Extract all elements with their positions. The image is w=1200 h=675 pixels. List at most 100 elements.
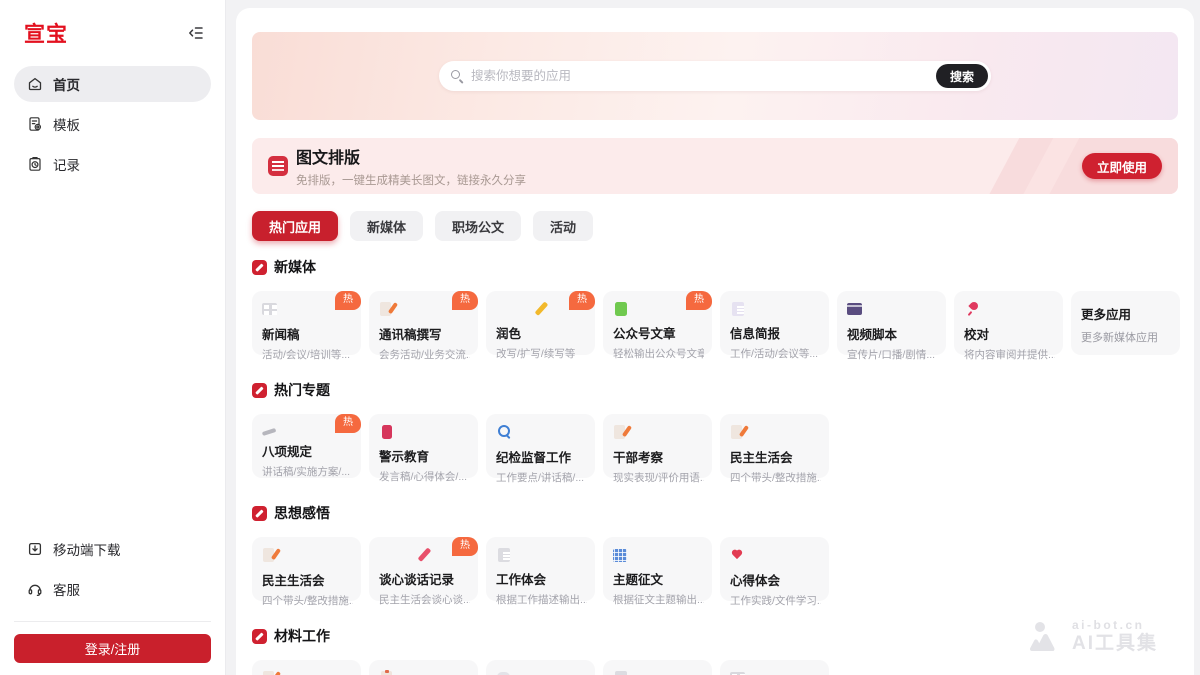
- app-card[interactable]: 主题征文根据征文主题输出...: [603, 537, 712, 601]
- pen-icon: [262, 428, 276, 436]
- card-desc: 活动/会议/培训等...: [262, 347, 353, 362]
- yellow-pencil-icon: [535, 301, 548, 315]
- app-logo: 宣宝: [24, 18, 68, 48]
- search-input[interactable]: [471, 69, 936, 83]
- hot-badge: 热: [569, 291, 595, 310]
- section-思想感悟: 思想感悟民主生活会四个带头/整改措施...热谈心谈话记录民主生活会谈心谈...工…: [252, 503, 1178, 601]
- app-card[interactable]: 热新闻稿活动/会议/培训等...: [252, 291, 361, 355]
- app-card[interactable]: 心得体会工作实践/文件学习...: [720, 537, 829, 601]
- app-card[interactable]: 校对将内容审阅并提供...: [954, 291, 1063, 355]
- app-root: 宣宝 首页模板记录 移动端下载客服 登录/注册 搜索: [0, 0, 1200, 675]
- pencil-badge-icon: [252, 383, 267, 398]
- app-card[interactable]: [720, 660, 829, 675]
- more-apps-card[interactable]: 更多应用更多新媒体应用: [1071, 291, 1180, 355]
- newspaper-icon: [730, 670, 746, 675]
- app-card[interactable]: 工作体会根据工作描述输出...: [486, 537, 595, 601]
- card-desc: 根据征文主题输出...: [613, 592, 704, 607]
- promo-banner[interactable]: 图文排版 免排版，一键生成精美长图文，链接永久分享 立即使用: [252, 138, 1178, 194]
- card-desc: 改写/扩写/续写等: [496, 346, 587, 361]
- template-icon: [27, 116, 43, 132]
- magnifier-icon: [496, 424, 512, 440]
- app-card[interactable]: 警示教育发言稿/心得体会/...: [369, 414, 478, 478]
- doc-pencil-icon: [613, 424, 629, 440]
- card-title: 工作体会: [496, 569, 587, 588]
- app-card[interactable]: 干部考察现实表现/评价用语...: [603, 414, 712, 478]
- sidebar-item-移动端下载[interactable]: 移动端下载: [14, 531, 211, 567]
- section-header: 新媒体: [252, 257, 1178, 277]
- sidebar-item-客服[interactable]: 客服: [14, 571, 211, 607]
- app-card[interactable]: 热通讯稿撰写会务活动/业务交流...: [369, 291, 478, 355]
- section-材料工作: 材料工作: [252, 626, 1178, 675]
- search-button[interactable]: 搜索: [936, 64, 988, 88]
- calendar-icon: [613, 549, 627, 562]
- section-header: 材料工作: [252, 626, 1178, 646]
- card-title: 警示教育: [379, 446, 470, 465]
- content-panel: 搜索 图文排版 免排版，一键生成精美长图文，链接永久分享 立即使用 热门应用新媒…: [236, 8, 1194, 675]
- tab-活动[interactable]: 活动: [533, 211, 593, 241]
- app-card[interactable]: [603, 660, 712, 675]
- card-title: 信息简报: [730, 323, 821, 342]
- sidebar-nav: 首页模板记录: [14, 66, 211, 182]
- collapse-sidebar-icon[interactable]: [187, 24, 205, 42]
- card-title: 更多应用: [1081, 304, 1172, 323]
- card-grid: [252, 660, 1178, 675]
- tab-职场公文[interactable]: 职场公文: [435, 211, 521, 241]
- card-desc: 发言稿/心得体会/...: [379, 469, 470, 484]
- app-card[interactable]: 纪检监督工作工作要点/讲话稿/...: [486, 414, 595, 478]
- card-grid: 民主生活会四个带头/整改措施...热谈心谈话记录民主生活会谈心谈...工作体会根…: [252, 537, 1178, 601]
- app-card[interactable]: 民主生活会四个带头/整改措施...: [720, 414, 829, 478]
- green-book-icon: [615, 302, 627, 316]
- card-desc: 工作实践/文件学习...: [730, 593, 821, 608]
- heart-icon: [730, 547, 746, 563]
- section-header: 热门专题: [252, 380, 1178, 400]
- home-icon: [27, 76, 43, 92]
- section-title: 新媒体: [274, 257, 316, 277]
- sidebar-item-label: 客服: [53, 579, 80, 599]
- card-desc: 现实表现/评价用语...: [613, 470, 704, 485]
- app-card[interactable]: [486, 660, 595, 675]
- app-card[interactable]: 信息简报工作/活动/会议等...: [720, 291, 829, 355]
- card-grid: 热新闻稿活动/会议/培训等...热通讯稿撰写会务活动/业务交流...热润色改写/…: [252, 291, 1178, 355]
- section-header: 思想感悟: [252, 503, 1178, 523]
- app-card[interactable]: 视频脚本宣传片/口播/剧情...: [837, 291, 946, 355]
- app-card[interactable]: [369, 660, 478, 675]
- card-title: 通讯稿撰写: [379, 324, 470, 343]
- tab-新媒体[interactable]: 新媒体: [350, 211, 423, 241]
- app-card[interactable]: [252, 660, 361, 675]
- card-desc: 四个带头/整改措施...: [730, 470, 821, 485]
- tab-热门应用[interactable]: 热门应用: [252, 211, 338, 241]
- sidebar-bottom-nav: 移动端下载客服: [14, 531, 211, 607]
- use-now-button[interactable]: 立即使用: [1082, 153, 1162, 179]
- newspaper-icon: [262, 301, 278, 317]
- section-title: 热门专题: [274, 380, 330, 400]
- hot-badge: 热: [335, 291, 361, 310]
- sidebar-item-记录[interactable]: 记录: [14, 146, 211, 182]
- card-desc: 根据工作描述输出...: [496, 592, 587, 607]
- card-title: 八项规定: [262, 441, 353, 460]
- pushpin-icon: [964, 301, 980, 317]
- chat-bubble-icon: [496, 670, 512, 675]
- section-新媒体: 新媒体热新闻稿活动/会议/培训等...热通讯稿撰写会务活动/业务交流...热润色…: [252, 257, 1178, 355]
- card-title: 民主生活会: [730, 447, 821, 466]
- doc-pencil-icon: [379, 301, 395, 317]
- download-icon: [27, 541, 43, 557]
- app-card[interactable]: 热公众号文章轻松输出公众号文章: [603, 291, 712, 355]
- section-热门专题: 热门专题热八项规定讲话稿/实施方案/...警示教育发言稿/心得体会/...纪检监…: [252, 380, 1178, 478]
- records-icon: [27, 156, 43, 172]
- login-register-button[interactable]: 登录/注册: [14, 634, 211, 663]
- red-pencil-icon: [418, 547, 431, 561]
- sidebar-divider: [14, 621, 211, 622]
- search-box[interactable]: 搜索: [439, 61, 991, 91]
- card-desc: 工作/活动/会议等...: [730, 346, 821, 361]
- app-card[interactable]: 热谈心谈话记录民主生活会谈心谈...: [369, 537, 478, 601]
- sidebar-item-模板[interactable]: 模板: [14, 106, 211, 142]
- sidebar-item-首页[interactable]: 首页: [14, 66, 211, 102]
- app-card[interactable]: 民主生活会四个带头/整改措施...: [252, 537, 361, 601]
- card-desc: 四个带头/整改措施...: [262, 593, 353, 608]
- app-card[interactable]: 热润色改写/扩写/续写等: [486, 291, 595, 355]
- red-book-icon: [382, 425, 392, 439]
- card-title: 主题征文: [613, 569, 704, 588]
- section-title: 材料工作: [274, 626, 330, 646]
- card-desc: 民主生活会谈心谈...: [379, 592, 470, 607]
- app-card[interactable]: 热八项规定讲话稿/实施方案/...: [252, 414, 361, 478]
